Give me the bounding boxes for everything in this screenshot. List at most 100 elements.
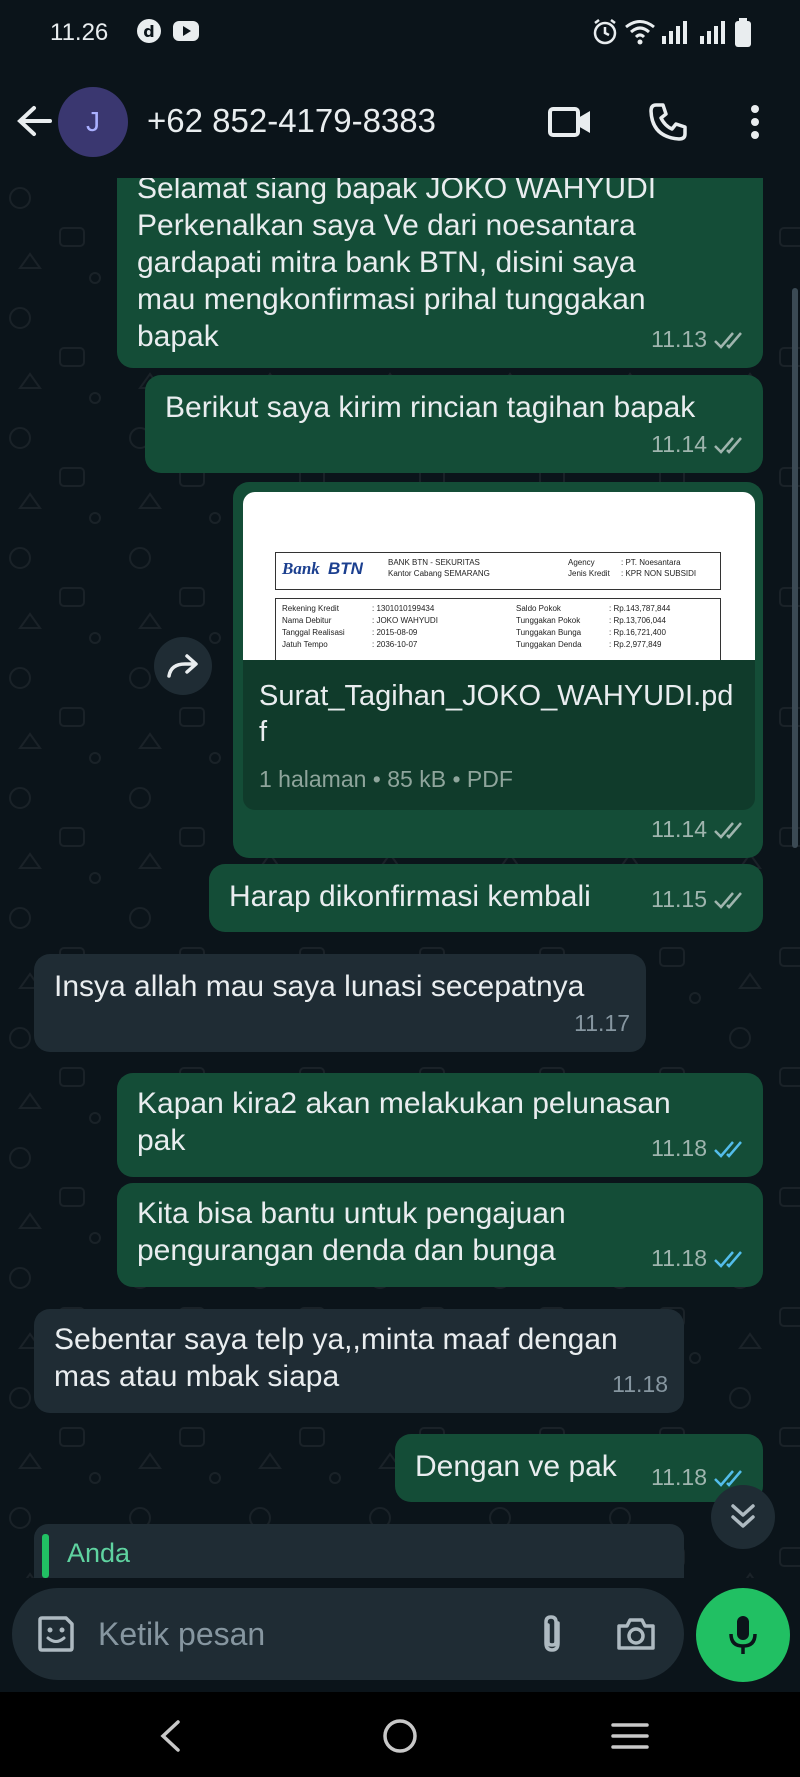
- message-text: Dengan ve pak: [415, 1450, 617, 1483]
- composer-bar: [0, 1578, 800, 1692]
- message-meta: 11.18: [651, 1240, 747, 1277]
- doc-credit-type-value: : KPR NON SUBSIDI: [621, 569, 697, 578]
- status-time: 11.26: [50, 19, 109, 46]
- nav-back-button[interactable]: [142, 1708, 198, 1764]
- avatar[interactable]: J: [58, 87, 128, 157]
- doc-agency-value: : PT. Noesantara: [621, 558, 681, 567]
- doc-row-value: : 2036-10-07: [372, 640, 418, 649]
- wifi-icon: [624, 18, 656, 51]
- message-text: Harap dikonfirmasi kembali: [229, 880, 591, 913]
- doc-bank-line1: BANK BTN - SEKURITAS: [388, 558, 480, 567]
- doc-row-value: : Rp.13,706,044: [609, 616, 666, 625]
- doc-row-labels: Rekening Kredit Nama Debitur Tanggal Rea…: [282, 603, 345, 651]
- message-bubble-incoming[interactable]: Insya allah mau saya lunasi secepatnya 1…: [34, 954, 646, 1052]
- doc-header-box: Bank BTN BANK BTN - SEKURITAS Kantor Cab…: [275, 552, 721, 590]
- forward-icon: [167, 654, 198, 678]
- battery-icon: [734, 18, 752, 53]
- alarm-icon: [592, 18, 618, 51]
- camera-icon: [617, 1618, 655, 1650]
- doc-details-box: Rekening Kredit Nama Debitur Tanggal Rea…: [275, 598, 721, 660]
- message-bubble-outgoing[interactable]: Harap dikonfirmasi kembali 11.15: [209, 864, 763, 932]
- paperclip-icon: [544, 1615, 560, 1652]
- reply-preview[interactable]: Anda: [34, 1524, 684, 1578]
- message-text: Kita bisa bantu untuk pengajuan penguran…: [137, 1197, 566, 1267]
- scroll-to-bottom-button[interactable]: [711, 1485, 775, 1549]
- message-time: 11.14: [651, 816, 707, 842]
- message-time: 11.17: [574, 1010, 630, 1036]
- phone-icon: [649, 103, 687, 141]
- forward-button[interactable]: [154, 637, 212, 695]
- reply-author: Anda: [67, 1538, 131, 1568]
- doc-row-label: Nama Debitur: [282, 616, 332, 625]
- sticker-icon: [38, 1616, 74, 1652]
- message-meta: 11.18: [651, 1130, 747, 1167]
- document-preview[interactable]: Bank BTN BANK BTN - SEKURITAS Kantor Cab…: [243, 492, 755, 660]
- microphone-icon: [729, 1616, 757, 1654]
- back-button[interactable]: [10, 96, 60, 146]
- video-call-button[interactable]: [540, 92, 600, 152]
- voice-call-button[interactable]: [638, 92, 698, 152]
- double-check-icon: [714, 821, 742, 839]
- attach-button[interactable]: [526, 1608, 578, 1660]
- message-clip: Selamat siang bapak JOKO WAHYUDI Perkena…: [117, 178, 763, 368]
- document-file-name: Surat_Tagihan_JOKO_WAHYUDI.pdf: [259, 680, 734, 748]
- home-circle-icon: [383, 1719, 417, 1753]
- signal-icon-1: [660, 18, 690, 51]
- message-time: 11.18: [651, 1245, 707, 1271]
- message-time: 11.18: [651, 1464, 707, 1490]
- message-time: 11.15: [651, 886, 707, 912]
- message-bubble-outgoing[interactable]: Dengan ve pak 11.18: [395, 1434, 763, 1502]
- nav-home-button[interactable]: [372, 1708, 428, 1764]
- message-bubble-incoming[interactable]: Sebentar saya telp ya,,minta maaf dengan…: [34, 1309, 684, 1413]
- contact-name[interactable]: +62 852-4179-8383: [147, 102, 436, 140]
- doc-row-label: Tunggakan Denda: [516, 640, 582, 649]
- message-time: 11.14: [651, 431, 707, 457]
- chat-header: J +62 852-4179-8383: [0, 66, 800, 178]
- menu-button[interactable]: [725, 92, 785, 152]
- video-camera-icon: [548, 107, 590, 137]
- doc-row-values-2: : Rp.143,787,844 : Rp.13,706,044 : Rp.16…: [609, 603, 670, 651]
- message-input[interactable]: [98, 1614, 518, 1654]
- sticker-button[interactable]: [30, 1608, 82, 1660]
- doc-row-value: : Rp.2,977,849: [609, 640, 662, 649]
- recents-menu-icon: [611, 1723, 649, 1749]
- status-bar: 11.26 d: [0, 0, 800, 66]
- message-bubble-outgoing[interactable]: Kita bisa bantu untuk pengajuan penguran…: [117, 1183, 763, 1287]
- chevron-left-icon: [160, 1720, 180, 1752]
- message-text: Berikut saya kirim rincian tagihan bapak: [165, 391, 696, 424]
- doc-row-label: Tanggal Realisasi: [282, 628, 345, 637]
- double-check-icon: [714, 1140, 742, 1158]
- scrollbar[interactable]: [792, 288, 798, 848]
- message-bubble-outgoing[interactable]: Kapan kira2 akan melakukan pelunasan pak…: [117, 1073, 763, 1177]
- voice-message-button[interactable]: [696, 1588, 790, 1682]
- message-bubble-outgoing[interactable]: Berikut saya kirim rincian tagihan bapak…: [145, 375, 763, 473]
- message-text: Selamat siang bapak JOKO WAHYUDI Perkena…: [137, 178, 657, 353]
- doc-credit-type-label: Jenis Kredit: [568, 569, 610, 578]
- message-time: 11.18: [612, 1371, 668, 1397]
- doc-row-labels-2: Saldo Pokok Tunggakan Pokok Tunggakan Bu…: [516, 603, 582, 651]
- message-meta: 11.14: [651, 811, 747, 848]
- message-text: Sebentar saya telp ya,,minta maaf dengan…: [54, 1323, 618, 1393]
- message-meta: 11.15: [651, 881, 747, 918]
- system-nav-bar: [0, 1692, 800, 1777]
- notification-app-icon: d: [136, 18, 162, 49]
- document-details: 1 halaman • 85 kB • PDF: [259, 766, 513, 792]
- doc-brand: Bank: [282, 559, 320, 578]
- double-check-icon: [714, 331, 742, 349]
- doc-row-label: Tunggakan Pokok: [516, 616, 581, 625]
- nav-recents-button[interactable]: [602, 1708, 658, 1764]
- message-meta: 11.18: [612, 1366, 668, 1403]
- doc-brand-strong: BTN: [328, 559, 363, 578]
- composer-pill: [12, 1588, 684, 1680]
- doc-row-value: : 1301010199434: [372, 604, 435, 613]
- camera-button[interactable]: [610, 1608, 662, 1660]
- doc-row-label: Jatuh Tempo: [282, 640, 328, 649]
- double-check-icon: [714, 1250, 742, 1268]
- document-info[interactable]: Surat_Tagihan_JOKO_WAHYUDI.pdf 1 halaman…: [243, 660, 755, 810]
- doc-row-label: Tunggakan Bunga: [516, 628, 582, 637]
- doc-row-label: Saldo Pokok: [516, 604, 561, 613]
- doc-agency-label: Agency: [568, 558, 595, 567]
- reply-accent-bar: [42, 1534, 49, 1578]
- message-bubble-outgoing[interactable]: Selamat siang bapak JOKO WAHYUDI Perkena…: [117, 178, 763, 368]
- arrow-left-icon: [17, 106, 52, 136]
